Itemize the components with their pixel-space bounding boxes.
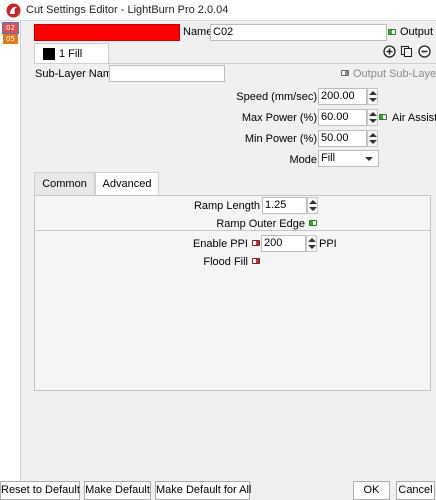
- ramp-length-spinner[interactable]: [307, 197, 318, 214]
- output-sublayer-toggle[interactable]: [341, 70, 349, 76]
- tab-common[interactable]: Common: [34, 172, 95, 195]
- output-toggle[interactable]: [388, 29, 396, 35]
- ppi-spinner[interactable]: [306, 235, 317, 252]
- speed-input[interactable]: 200.00: [318, 88, 367, 105]
- reset-to-default-button[interactable]: Reset to Default: [0, 481, 80, 500]
- sublayer-panel-border: [34, 63, 436, 64]
- air-assist-toggle[interactable]: [379, 114, 387, 120]
- sublayer-name-label: Sub-Layer Name: [35, 68, 119, 80]
- ramp-outer-edge-toggle[interactable]: [309, 220, 317, 226]
- sublayer-color-swatch: [43, 48, 55, 60]
- title-bar: Cut Settings Editor - LightBurn Pro 2.0.…: [0, 0, 436, 21]
- lightburn-logo-icon: [6, 3, 21, 18]
- mode-select[interactable]: Fill: [318, 150, 379, 167]
- min-power-input[interactable]: 50.00: [318, 130, 367, 147]
- max-power-spinner[interactable]: [367, 109, 378, 126]
- ok-button[interactable]: OK: [353, 481, 390, 500]
- ramp-length-input[interactable]: 1.25: [262, 197, 307, 214]
- copy-icon[interactable]: [400, 45, 413, 58]
- layer-list: 02 05: [0, 21, 21, 500]
- min-power-spinner[interactable]: [367, 130, 378, 147]
- mode-value: Fill: [321, 152, 336, 164]
- max-power-label: Max Power (%): [241, 112, 317, 124]
- layer-chip-05[interactable]: 05: [3, 34, 18, 44]
- sublayer-name-input[interactable]: [109, 65, 225, 82]
- enable-ppi-toggle[interactable]: [252, 240, 260, 246]
- layer-color-swatch[interactable]: [34, 24, 180, 41]
- mode-label: Mode: [289, 154, 317, 166]
- layer-chip-02[interactable]: 02: [2, 22, 19, 34]
- max-power-input[interactable]: 60.00: [318, 109, 367, 126]
- chevron-down-icon: [365, 157, 373, 161]
- window-title: Cut Settings Editor - LightBurn Pro 2.0.…: [26, 4, 229, 16]
- ppi-input[interactable]: 200: [261, 235, 306, 252]
- plus-circle-icon[interactable]: [383, 45, 396, 58]
- output-sublayer-label: Output Sub-Layer: [353, 68, 436, 80]
- cancel-button[interactable]: Cancel: [396, 481, 435, 500]
- enable-ppi-label: Enable PPI: [192, 238, 248, 250]
- minus-circle-icon[interactable]: [418, 45, 431, 58]
- layer-name-input[interactable]: C02: [210, 24, 387, 41]
- make-default-button[interactable]: Make Default: [84, 481, 151, 500]
- ramp-length-label: Ramp Length: [193, 200, 260, 212]
- air-assist-label: Air Assist: [392, 112, 436, 124]
- min-power-label: Min Power (%): [244, 133, 317, 145]
- ppi-unit-label: PPI: [319, 238, 337, 250]
- flood-fill-label: Flood Fill: [203, 256, 248, 268]
- output-label: Output: [400, 26, 434, 38]
- sublayer-tab-1[interactable]: 1 Fill: [34, 43, 109, 64]
- advanced-separator: [34, 230, 431, 231]
- speed-spinner[interactable]: [367, 88, 378, 105]
- ramp-outer-edge-label: Ramp Outer Edge: [216, 218, 305, 230]
- flood-fill-toggle[interactable]: [252, 258, 260, 264]
- make-default-for-all-button[interactable]: Make Default for All: [155, 481, 251, 500]
- sublayer-tab-label: 1 Fill: [59, 48, 83, 60]
- speed-label: Speed (mm/sec): [236, 91, 317, 103]
- tab-advanced[interactable]: Advanced: [95, 172, 159, 196]
- name-label: Name: [183, 26, 213, 38]
